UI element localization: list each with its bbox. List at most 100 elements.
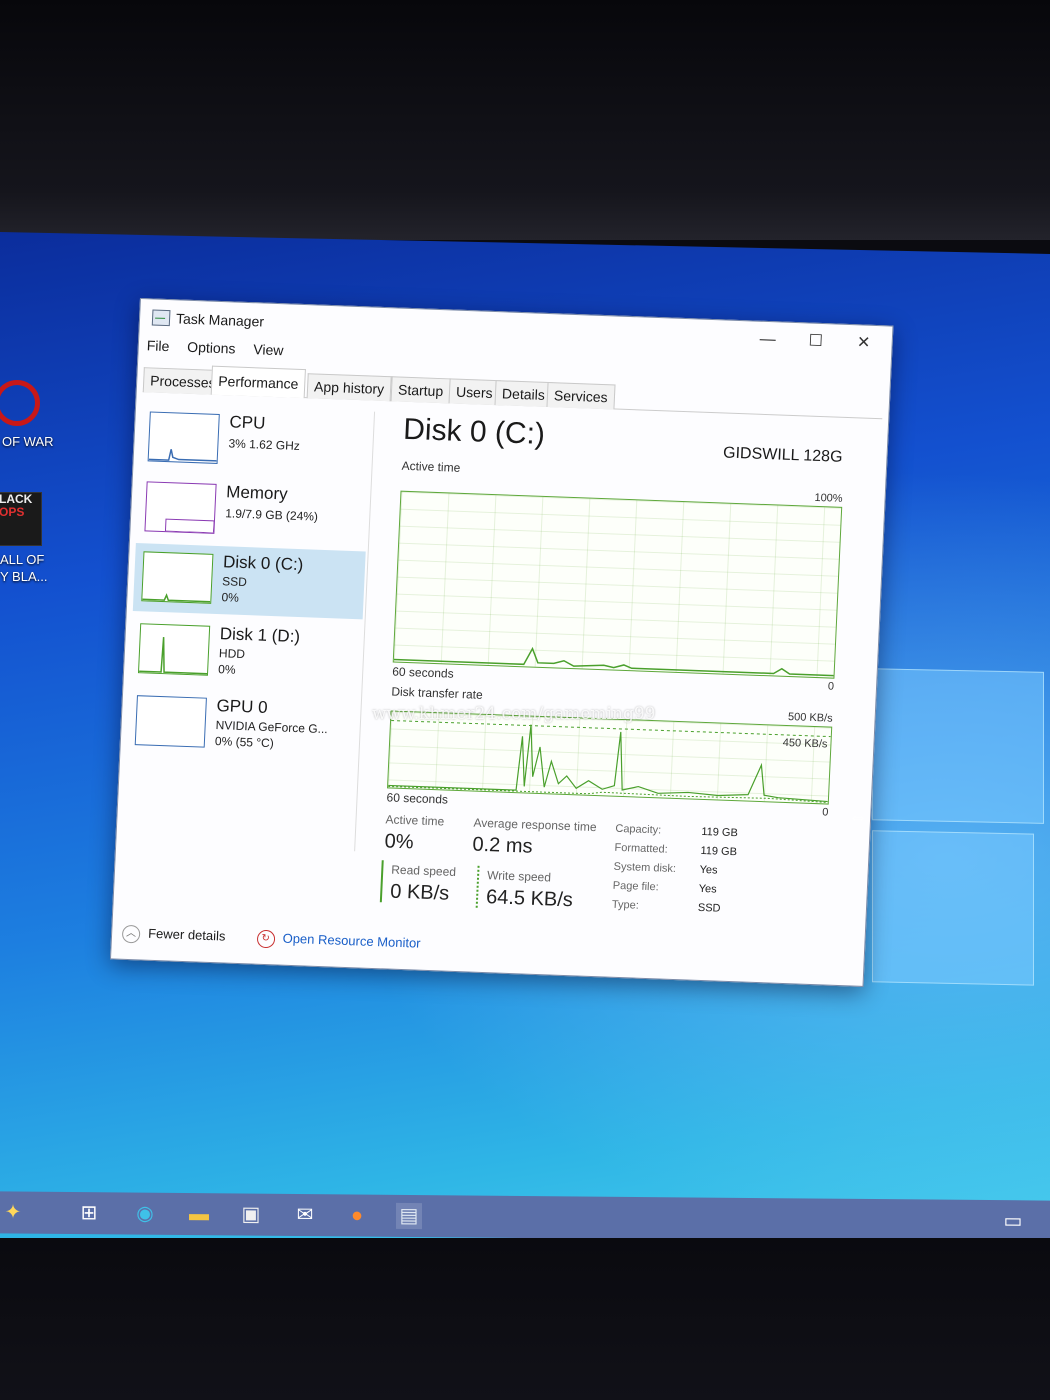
property-value: SSD [697,901,721,915]
fewer-details-label: Fewer details [147,926,226,944]
resize-cursor-icon: ⇔ [848,806,868,828]
sidebar-item-detail: NVIDIA GeForce G... [215,718,328,737]
sidebar-item-label: Disk 1 (D:) [219,624,301,647]
menu-options[interactable]: Options [187,339,236,357]
disk-1-thumbnail-graph [137,623,211,676]
chevron-up-icon: ︿ [121,924,141,944]
sidebar-item-detail: HDD [218,646,246,662]
task-view-icon[interactable]: ⊞ [76,1200,102,1226]
file-explorer-icon[interactable]: ▬ [186,1201,212,1227]
tab-app-history[interactable]: App history [306,373,392,402]
property-key: Page file: [612,879,659,894]
task-manager-app-icon [151,309,171,327]
cpu-thumbnail-graph [147,411,220,464]
transfer-rate-graph-mid: 450 KB/s [782,736,828,751]
windows-logo-pane [872,830,1034,986]
property-value: Yes [699,863,718,877]
open-resource-monitor-link[interactable]: ↻ Open Resource Monitor [256,929,421,952]
edge-icon[interactable]: ◉ [132,1201,158,1227]
read-speed-label: Read speed [391,862,457,879]
notifications-icon[interactable]: ▭ [1000,1208,1026,1234]
transfer-rate-graph-label: Disk transfer rate [391,684,484,702]
open-resource-monitor-label: Open Resource Monitor [282,931,421,952]
sidebar-item-cpu[interactable]: CPU 3% 1.62 GHz [139,403,372,479]
monitor-bezel-bottom [0,1238,1050,1400]
avg-response-label: Average response time [473,815,597,835]
active-time-label: Active time [385,812,445,829]
read-speed-value: 0 KB/s [389,880,450,905]
sidebar-item-gpu-0[interactable]: GPU 0 NVIDIA GeForce G... 0% (55 °C) [126,687,359,763]
tab-users[interactable]: Users [448,378,501,406]
transfer-rate-graph-time: 60 seconds [386,790,449,807]
page-title: Disk 0 (C:) [402,412,546,451]
resource-sidebar: CPU 3% 1.62 GHz Memory 1.9/7.9 GB (24%) … [122,403,376,852]
property-key: Capacity: [615,822,662,837]
menu-file[interactable]: File [146,337,169,354]
store-icon[interactable]: ▣ [238,1201,264,1227]
close-button[interactable]: ✕ [843,331,884,356]
windows-logo-pane [872,668,1044,824]
tab-startup[interactable]: Startup [390,376,451,404]
sidebar-item-detail: 1.9/7.9 GB (24%) [225,506,319,524]
minimize-button[interactable]: — [747,327,788,352]
active-time-graph-max: 100% [814,491,843,505]
monitor-bezel-top [0,0,1050,240]
black-ops-icon[interactable]: LACK OPS [0,492,42,546]
tab-details[interactable]: Details [494,380,553,408]
sidebar-item-label: Disk 0 (C:) [222,552,304,575]
sidebar-item-detail: SSD [221,574,248,590]
mail-icon[interactable]: ✉ [292,1202,318,1228]
firefox-icon[interactable]: ● [344,1202,370,1228]
sidebar-item-memory[interactable]: Memory 1.9/7.9 GB (24%) [136,473,369,549]
transfer-rate-graph [386,710,833,805]
sidebar-item-disk-0[interactable]: Disk 0 (C:) SSD 0% [132,543,366,620]
property-key: System disk: [613,860,677,876]
write-speed-label: Write speed [486,868,552,885]
sidebar-item-label: CPU [229,412,266,433]
property-key: Type: [611,898,640,912]
avg-response-value: 0.2 ms [472,833,534,858]
window-footer: ︿ Fewer details ↻ Open Resource Monitor [121,924,421,954]
property-value: Yes [698,882,717,896]
black-ops-tile-text: OPS [0,505,25,519]
tab-performance[interactable]: Performance [210,365,307,399]
property-value: 119 GB [701,825,739,840]
menu-view[interactable]: View [253,341,284,358]
maximize-button[interactable]: ☐ [795,329,836,354]
write-speed-indicator [475,865,480,908]
desktop-icon-label[interactable]: Y BLA... [0,569,47,584]
menu-bar: File Options View [146,337,297,359]
sidebar-item-detail: 0% [221,590,240,605]
fewer-details-button[interactable]: ︿ Fewer details [121,924,226,944]
property-key: Formatted: [614,841,668,856]
task-manager-icon[interactable]: ▤ [396,1202,422,1230]
disk-detail-panel: Disk 0 (C:) GIDSWILL 128G Active time 10… [371,412,863,929]
property-value: 119 GB [700,844,738,859]
active-time-graph [392,490,843,679]
sidebar-item-disk-1[interactable]: Disk 1 (D:) HDD 0% [130,615,363,691]
read-speed-indicator [379,860,384,903]
transfer-rate-graph-max: 500 KB/s [787,711,833,725]
active-time-graph-min: 0 [827,680,835,693]
watermark-text: www.khmer24.com/gameming99 [372,704,656,724]
window-title: Task Manager [175,310,265,330]
desktop-icon-label[interactable]: ALL OF [0,552,44,567]
active-time-graph-time: 60 seconds [391,664,454,681]
desktop-icon-label[interactable]: OF WAR [2,434,54,449]
disk-0-thumbnail-graph [141,551,214,604]
task-manager-window: Task Manager — ☐ ✕ File Options View Pro… [109,298,894,987]
disk-model-name: GIDSWILL 128G [722,444,843,466]
gpu-thumbnail-graph [134,695,207,748]
sidebar-item-label: Memory [225,482,289,504]
tab-services[interactable]: Services [546,381,616,410]
memory-thumbnail-graph [144,481,217,534]
start-icon[interactable]: ✦ [0,1199,26,1225]
sidebar-item-detail: 0% [217,662,236,677]
transfer-rate-graph-min: 0 [821,806,829,819]
active-time-value: 0% [384,830,414,854]
sidebar-item-label: GPU 0 [216,696,269,717]
resource-monitor-icon: ↻ [256,929,276,949]
sidebar-item-detail: 3% 1.62 GHz [228,436,301,453]
sidebar-item-detail: 0% (55 °C) [214,734,275,751]
active-time-graph-label: Active time [401,458,461,475]
